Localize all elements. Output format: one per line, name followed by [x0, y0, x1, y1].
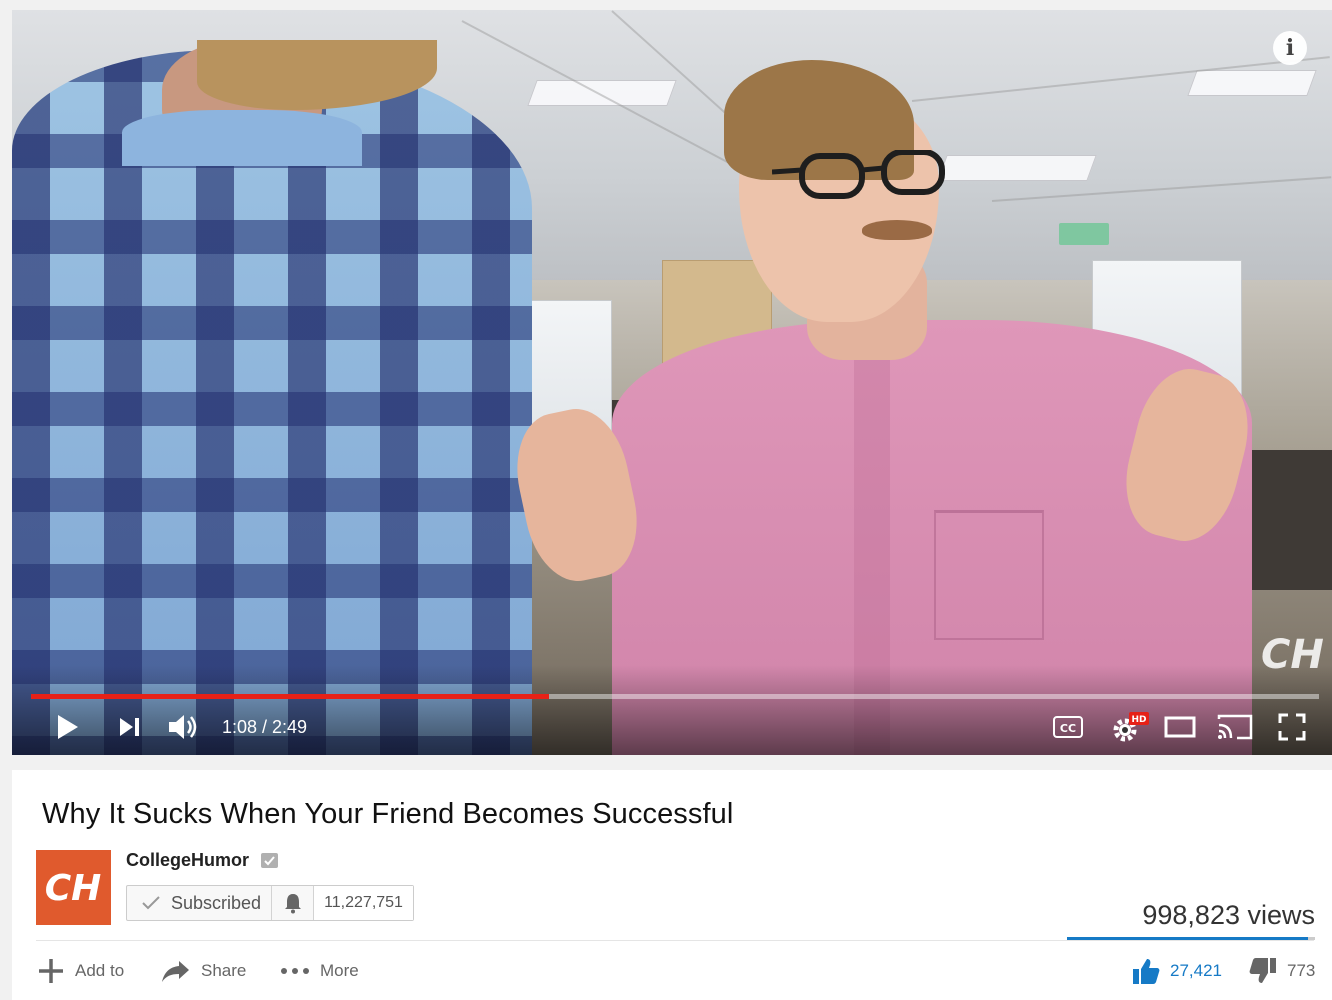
svg-text:CC: CC	[1060, 722, 1076, 735]
exit-sign	[1059, 223, 1109, 245]
volume-button[interactable]	[167, 710, 201, 744]
theater-mode-button[interactable]	[1162, 710, 1198, 744]
dislike-count: 773	[1287, 961, 1316, 980]
dislike-button[interactable]: 773	[1249, 957, 1315, 985]
bell-icon	[284, 894, 301, 914]
progress-bar[interactable]	[31, 694, 1319, 699]
channel-name[interactable]: CollegeHumor	[126, 850, 249, 871]
hd-badge: HD	[1131, 715, 1146, 725]
cast-icon	[1217, 714, 1253, 740]
share-label: Share	[201, 961, 247, 980]
video-frame	[12, 10, 1332, 755]
youtube-watch-page: i CH 1:08 / 2:49 CC HD Why It Sucks When…	[0, 0, 1332, 1000]
like-count: 27,421	[1170, 961, 1222, 980]
play-icon	[58, 715, 78, 739]
channel-avatar[interactable]: CH	[36, 850, 111, 925]
glasses	[772, 150, 945, 199]
play-button[interactable]	[52, 710, 84, 744]
like-ratio-bar	[1067, 937, 1315, 940]
video-title: Why It Sucks When Your Friend Becomes Su…	[42, 798, 734, 830]
share-button[interactable]: Share	[161, 957, 246, 985]
checkmark-icon	[142, 896, 160, 910]
plaid-shirt-person	[12, 40, 532, 755]
subscribe-group: Subscribed 11,227,751	[126, 885, 414, 921]
skip-next-icon	[120, 718, 139, 736]
info-icon[interactable]: i	[1273, 31, 1307, 65]
gear-icon: HD	[1113, 712, 1149, 742]
like-ratio-fill	[1067, 937, 1308, 940]
thumbs-up-icon	[1133, 959, 1160, 984]
cast-button[interactable]	[1215, 710, 1255, 744]
view-count: 998,823 views	[1142, 900, 1315, 930]
video-info-panel: Why It Sucks When Your Friend Becomes Su…	[12, 770, 1332, 1000]
subscriber-count: 11,227,751	[314, 886, 413, 920]
progress-played	[31, 694, 549, 699]
verified-icon	[261, 853, 278, 868]
next-button[interactable]	[116, 710, 144, 744]
more-dots-icon	[281, 968, 309, 974]
settings-button[interactable]: HD	[1109, 710, 1149, 744]
theater-icon	[1164, 716, 1196, 738]
subscribed-button[interactable]: Subscribed	[127, 886, 273, 920]
video-player[interactable]: i CH 1:08 / 2:49 CC HD	[12, 10, 1332, 755]
plus-icon	[39, 959, 63, 983]
add-to-label: Add to	[75, 961, 125, 980]
time-display: 1:08 / 2:49	[222, 717, 308, 737]
volume-icon	[169, 715, 197, 739]
captions-button[interactable]: CC	[1052, 710, 1084, 744]
fullscreen-button[interactable]	[1275, 710, 1309, 744]
more-label: More	[320, 961, 359, 980]
channel-logo-icon: CH	[45, 868, 102, 909]
fullscreen-icon	[1278, 713, 1306, 741]
notification-bell-button[interactable]	[272, 886, 315, 920]
add-to-button[interactable]: Add to	[37, 957, 124, 985]
share-icon	[162, 961, 189, 982]
thumbs-down-icon	[1249, 958, 1276, 983]
like-button[interactable]: 27,421	[1132, 957, 1222, 985]
more-button[interactable]: More	[280, 957, 359, 985]
subscribed-label: Subscribed	[171, 892, 262, 913]
divider	[36, 940, 1314, 941]
svg-text:CH: CH	[45, 868, 102, 909]
cc-icon: CC	[1053, 716, 1083, 738]
